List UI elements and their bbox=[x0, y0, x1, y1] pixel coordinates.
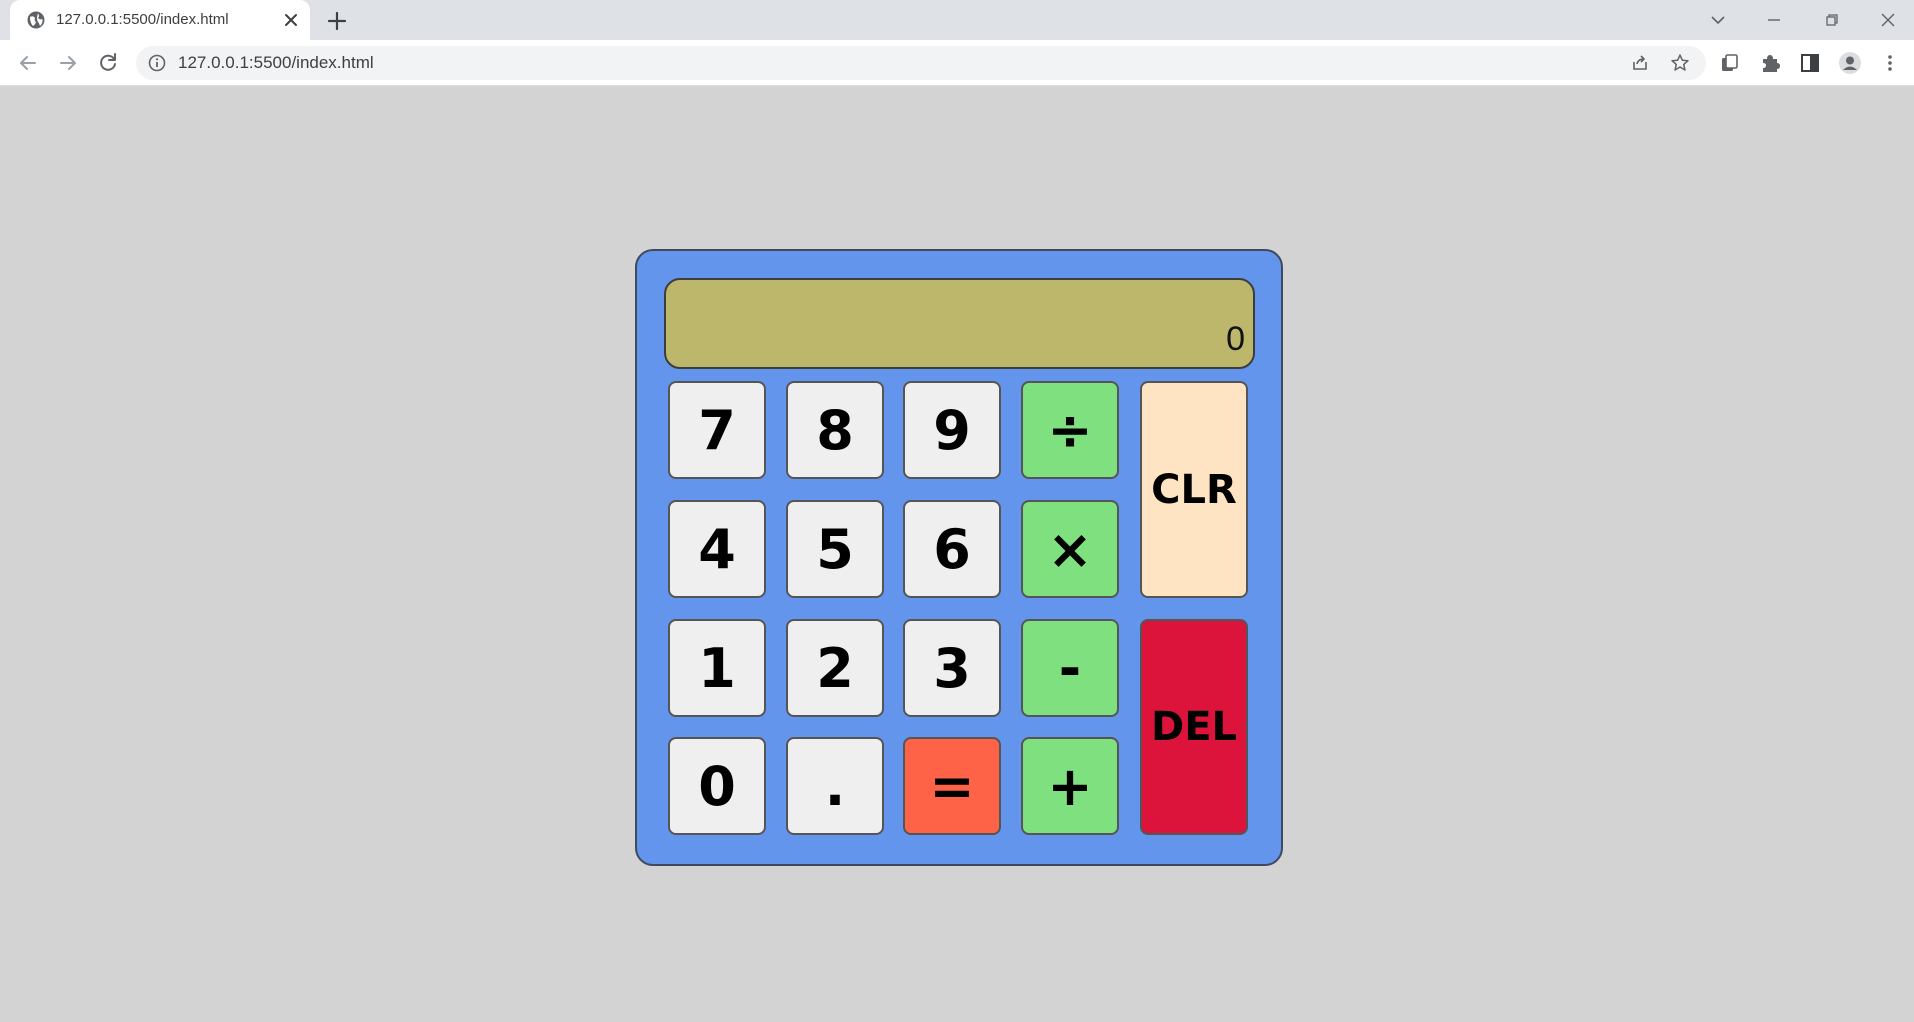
puzzle-icon[interactable] bbox=[1758, 51, 1782, 75]
clear-button[interactable]: CLR bbox=[1140, 381, 1248, 598]
browser-tab-strip: 127.0.0.1:5500/index.html bbox=[0, 0, 1914, 40]
kebab-menu-icon[interactable] bbox=[1878, 51, 1902, 75]
calculator: 0 7 8 9 ÷ 4 5 6 × 1 2 3 - 0 . = + CLR DE… bbox=[635, 249, 1283, 866]
forward-arrow-icon[interactable] bbox=[54, 49, 82, 77]
key-6[interactable]: 6 bbox=[903, 500, 1001, 598]
divide-button[interactable]: ÷ bbox=[1021, 381, 1119, 479]
browser-toolbar: 127.0.0.1:5500/index.html bbox=[0, 40, 1914, 86]
share-icon[interactable] bbox=[1630, 53, 1650, 73]
decimal-button[interactable]: . bbox=[786, 737, 884, 835]
side-panel-icon[interactable] bbox=[1798, 51, 1822, 75]
key-9[interactable]: 9 bbox=[903, 381, 1001, 479]
window-close-icon[interactable] bbox=[1874, 6, 1902, 34]
reload-icon[interactable] bbox=[94, 49, 122, 77]
plus-icon[interactable] bbox=[324, 8, 350, 34]
address-bar[interactable]: 127.0.0.1:5500/index.html bbox=[136, 46, 1706, 80]
tab-title: 127.0.0.1:5500/index.html bbox=[56, 11, 229, 28]
restore-icon[interactable] bbox=[1818, 6, 1846, 34]
close-icon[interactable] bbox=[280, 9, 302, 31]
key-1[interactable]: 1 bbox=[668, 619, 766, 717]
multiply-button[interactable]: × bbox=[1021, 500, 1119, 598]
profile-icon[interactable] bbox=[1838, 51, 1862, 75]
key-5[interactable]: 5 bbox=[786, 500, 884, 598]
browser-tab[interactable]: 127.0.0.1:5500/index.html bbox=[10, 0, 310, 40]
info-icon[interactable] bbox=[148, 54, 166, 72]
subtract-button[interactable]: - bbox=[1021, 619, 1119, 717]
key-7[interactable]: 7 bbox=[668, 381, 766, 479]
tab-search-chevron-icon[interactable] bbox=[1704, 6, 1732, 34]
back-arrow-icon[interactable] bbox=[14, 49, 42, 77]
delete-button[interactable]: DEL bbox=[1140, 619, 1248, 835]
key-3[interactable]: 3 bbox=[903, 619, 1001, 717]
pages-icon[interactable] bbox=[1718, 51, 1742, 75]
add-button[interactable]: + bbox=[1021, 737, 1119, 835]
key-2[interactable]: 2 bbox=[786, 619, 884, 717]
url-text: 127.0.0.1:5500/index.html bbox=[178, 53, 374, 72]
minimize-icon[interactable] bbox=[1760, 6, 1788, 34]
page-viewport: 0 7 8 9 ÷ 4 5 6 × 1 2 3 - 0 . = + CLR DE… bbox=[0, 87, 1914, 1022]
globe-icon bbox=[26, 10, 46, 30]
equals-button[interactable]: = bbox=[903, 737, 1001, 835]
key-0[interactable]: 0 bbox=[668, 737, 766, 835]
star-icon[interactable] bbox=[1670, 53, 1690, 73]
key-8[interactable]: 8 bbox=[786, 381, 884, 479]
calculator-display: 0 bbox=[664, 278, 1255, 369]
key-4[interactable]: 4 bbox=[668, 500, 766, 598]
display-value: 0 bbox=[1226, 320, 1245, 358]
